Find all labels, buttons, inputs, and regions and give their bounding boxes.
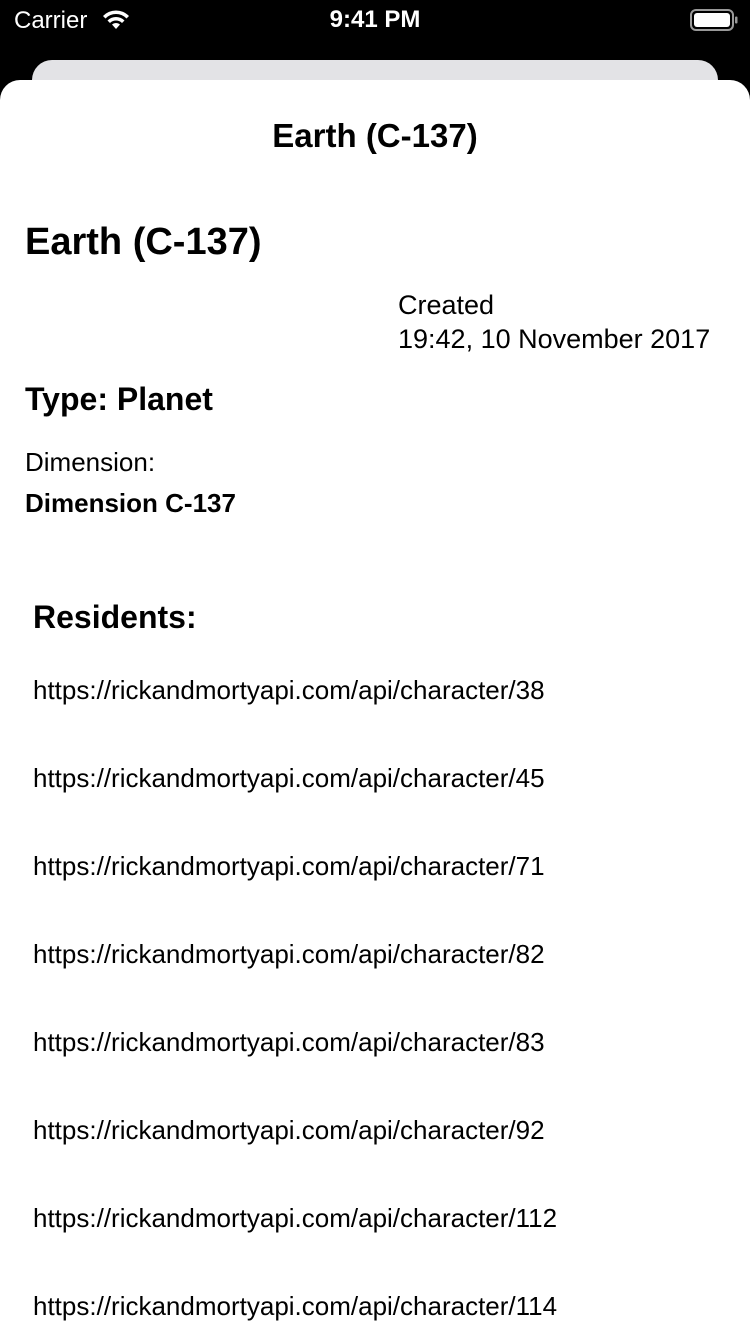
status-bar: Carrier 9:41 PM [0,0,750,40]
resident-link[interactable]: https://rickandmortyapi.com/api/characte… [33,1114,557,1202]
battery-icon [690,9,738,31]
resident-link[interactable]: https://rickandmortyapi.com/api/characte… [33,938,557,1026]
location-type: Type: Planet [25,381,213,417]
resident-link[interactable]: https://rickandmortyapi.com/api/characte… [33,1026,557,1114]
residents-heading: Residents: [33,599,197,635]
resident-link[interactable]: https://rickandmortyapi.com/api/characte… [33,1202,557,1290]
residents-list: https://rickandmortyapi.com/api/characte… [33,674,557,1334]
resident-link[interactable]: https://rickandmortyapi.com/api/characte… [33,762,557,850]
nav-title: Earth (C-137) [272,117,478,154]
location-name: Earth (C-137) [25,221,262,263]
status-time: 9:41 PM [329,6,421,33]
resident-link[interactable]: https://rickandmortyapi.com/api/characte… [33,850,557,938]
resident-link[interactable]: https://rickandmortyapi.com/api/characte… [33,1290,557,1334]
dimension-label: Dimension: [25,447,156,477]
location-detail-sheet: Earth (C-137) Earth (C-137) Created 19:4… [0,80,750,1334]
dimension-value: Dimension C-137 [25,488,236,518]
created-value: 19:42, 10 November 2017 [398,324,711,354]
created-label: Created [398,290,495,320]
resident-link[interactable]: https://rickandmortyapi.com/api/characte… [33,674,557,762]
